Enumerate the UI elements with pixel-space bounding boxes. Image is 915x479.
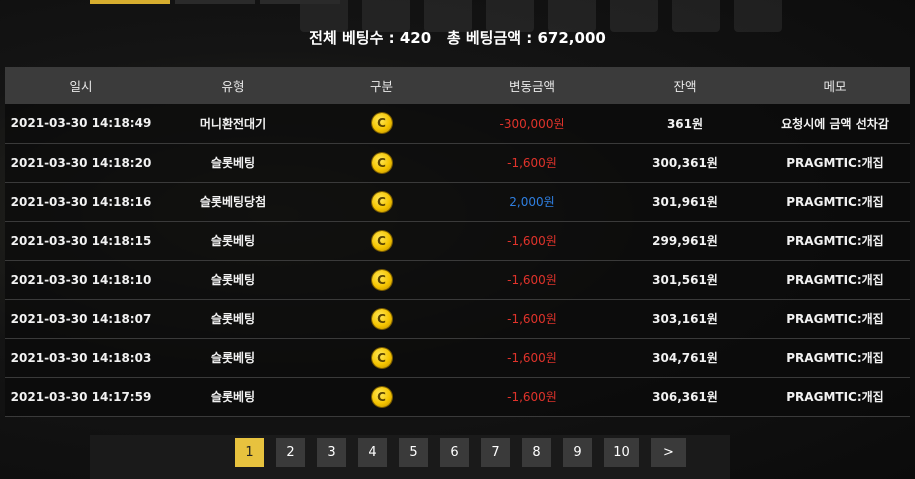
total-bets-label: 전체 베팅수 : [309,29,400,47]
column-header-category: 구분 [369,79,393,94]
cell-memo: PRAGMTIC:개집 [786,156,884,170]
cell-type: 슬롯베팅 [210,156,256,170]
betting-summary: 전체 베팅수 : 420 총 베팅금액 : 672,000 [0,27,915,48]
page-button-3[interactable]: 3 [317,438,346,467]
cell-category: C [309,143,454,182]
cell-amount: -300,000원 [499,116,565,131]
page-button-4[interactable]: 4 [358,438,387,467]
page-button-6[interactable]: 6 [440,438,469,467]
table-row: 2021-03-30 14:18:20 슬롯베팅 C -1,600원 300,361원 P… [5,143,910,182]
pagination: 1 2 3 4 5 6 7 8 9 10 > [235,438,686,467]
cell-type: 슬롯베팅 [210,312,256,326]
cell-category: C [309,260,454,299]
cell-balance: 304,761원 [652,351,718,365]
top-tab-active[interactable] [90,0,170,4]
page-button-7[interactable]: 7 [481,438,510,467]
cell-memo: PRAGMTIC:개집 [786,273,884,287]
cell-category: C [309,299,454,338]
page-button-8[interactable]: 8 [522,438,551,467]
table-row: 2021-03-30 14:18:10 슬롯베팅 C -1,600원 301,561원 P… [5,260,910,299]
page-button-1[interactable]: 1 [235,438,264,467]
cell-memo: PRAGMTIC:개집 [786,351,884,365]
cell-category: C [309,377,454,416]
top-tab[interactable] [175,0,255,4]
cell-date: 2021-03-30 14:18:10 [10,272,152,287]
cell-balance: 300,361원 [652,156,718,170]
cell-balance: 361원 [666,116,704,131]
cell-balance: 301,961원 [652,195,718,209]
coin-icon: C [371,308,392,329]
cell-category: C [309,338,454,377]
cell-type: 슬롯베팅당첨 [199,195,267,209]
coin-icon: C [371,191,392,212]
cell-memo: PRAGMTIC:개집 [786,312,884,326]
page-button-5[interactable]: 5 [399,438,428,467]
cell-type: 슬롯베팅 [210,273,256,287]
cell-date: 2021-03-30 14:18:49 [10,116,152,131]
top-tab[interactable] [260,0,340,4]
cell-date: 2021-03-30 14:18:07 [10,311,152,326]
cell-type: 머니환전대기 [199,116,267,131]
table-row: 2021-03-30 14:18:49 머니환전대기 C -300,000원 361원 요… [5,104,910,143]
cell-category: C [309,221,454,260]
column-header-type: 유형 [221,79,245,94]
cell-amount: -1,600원 [507,351,557,365]
page-button-9[interactable]: 9 [563,438,592,467]
table-row: 2021-03-30 14:18:07 슬롯베팅 C -1,600원 303,161원 P… [5,299,910,338]
total-amount-label: 총 베팅금액 : [446,29,538,47]
cell-memo: PRAGMTIC:개집 [786,390,884,404]
cell-date: 2021-03-30 14:18:20 [10,155,152,170]
coin-icon: C [371,152,392,173]
cell-memo: PRAGMTIC:개집 [786,234,884,248]
cell-category: C [309,104,454,143]
cell-balance: 301,561원 [652,273,718,287]
cell-amount: 2,000원 [509,195,555,209]
cell-date: 2021-03-30 14:18:16 [10,194,152,209]
table-row: 2021-03-30 14:17:59 슬롯베팅 C -1,600원 306,361원 P… [5,377,910,416]
column-header-memo: 메모 [823,79,847,94]
money-history-table: 일시 유형 구분 변동금액 잔액 메모 2021-03-30 14:18:49 머… [5,67,910,417]
cell-category: C [309,182,454,221]
table-row: 2021-03-30 14:18:03 슬롯베팅 C -1,600원 304,761원 P… [5,338,910,377]
cell-balance: 299,961원 [652,234,718,248]
cell-date: 2021-03-30 14:17:59 [10,389,152,404]
page-button-10[interactable]: 10 [604,438,639,467]
top-tab-strip [0,0,915,6]
total-amount-value: 672,000 [537,29,606,47]
cell-amount: -1,600원 [507,390,557,404]
coin-icon: C [371,386,392,407]
coin-icon: C [371,113,392,134]
table-row: 2021-03-30 14:18:16 슬롯베팅당첨 C 2,000원 301,961원… [5,182,910,221]
column-header-amount: 변동금액 [508,79,555,94]
column-header-date: 일시 [69,79,93,94]
cell-amount: -1,600원 [507,273,557,287]
cell-balance: 303,161원 [652,312,718,326]
cell-type: 슬롯베팅 [210,351,256,365]
cell-date: 2021-03-30 14:18:03 [10,350,152,365]
table-header-row: 일시 유형 구분 변동금액 잔액 메모 [5,67,910,104]
cell-amount: -1,600원 [507,312,557,326]
cell-memo: 요청시에 금액 선차감 [781,116,889,131]
cell-type: 슬롯베팅 [210,390,256,404]
next-page-button[interactable]: > [651,438,686,467]
total-bets-value: 420 [399,29,432,47]
page-button-2[interactable]: 2 [276,438,305,467]
column-header-balance: 잔액 [673,79,697,94]
cell-type: 슬롯베팅 [210,234,256,248]
cell-amount: -1,600원 [507,234,557,248]
cell-memo: PRAGMTIC:개집 [786,195,884,209]
coin-icon: C [371,230,392,251]
coin-icon: C [371,347,392,368]
coin-icon: C [371,269,392,290]
table-row: 2021-03-30 14:18:15 슬롯베팅 C -1,600원 299,961원 P… [5,221,910,260]
cell-date: 2021-03-30 14:18:15 [10,233,152,248]
cell-amount: -1,600원 [507,156,557,170]
cell-balance: 306,361원 [652,390,718,404]
